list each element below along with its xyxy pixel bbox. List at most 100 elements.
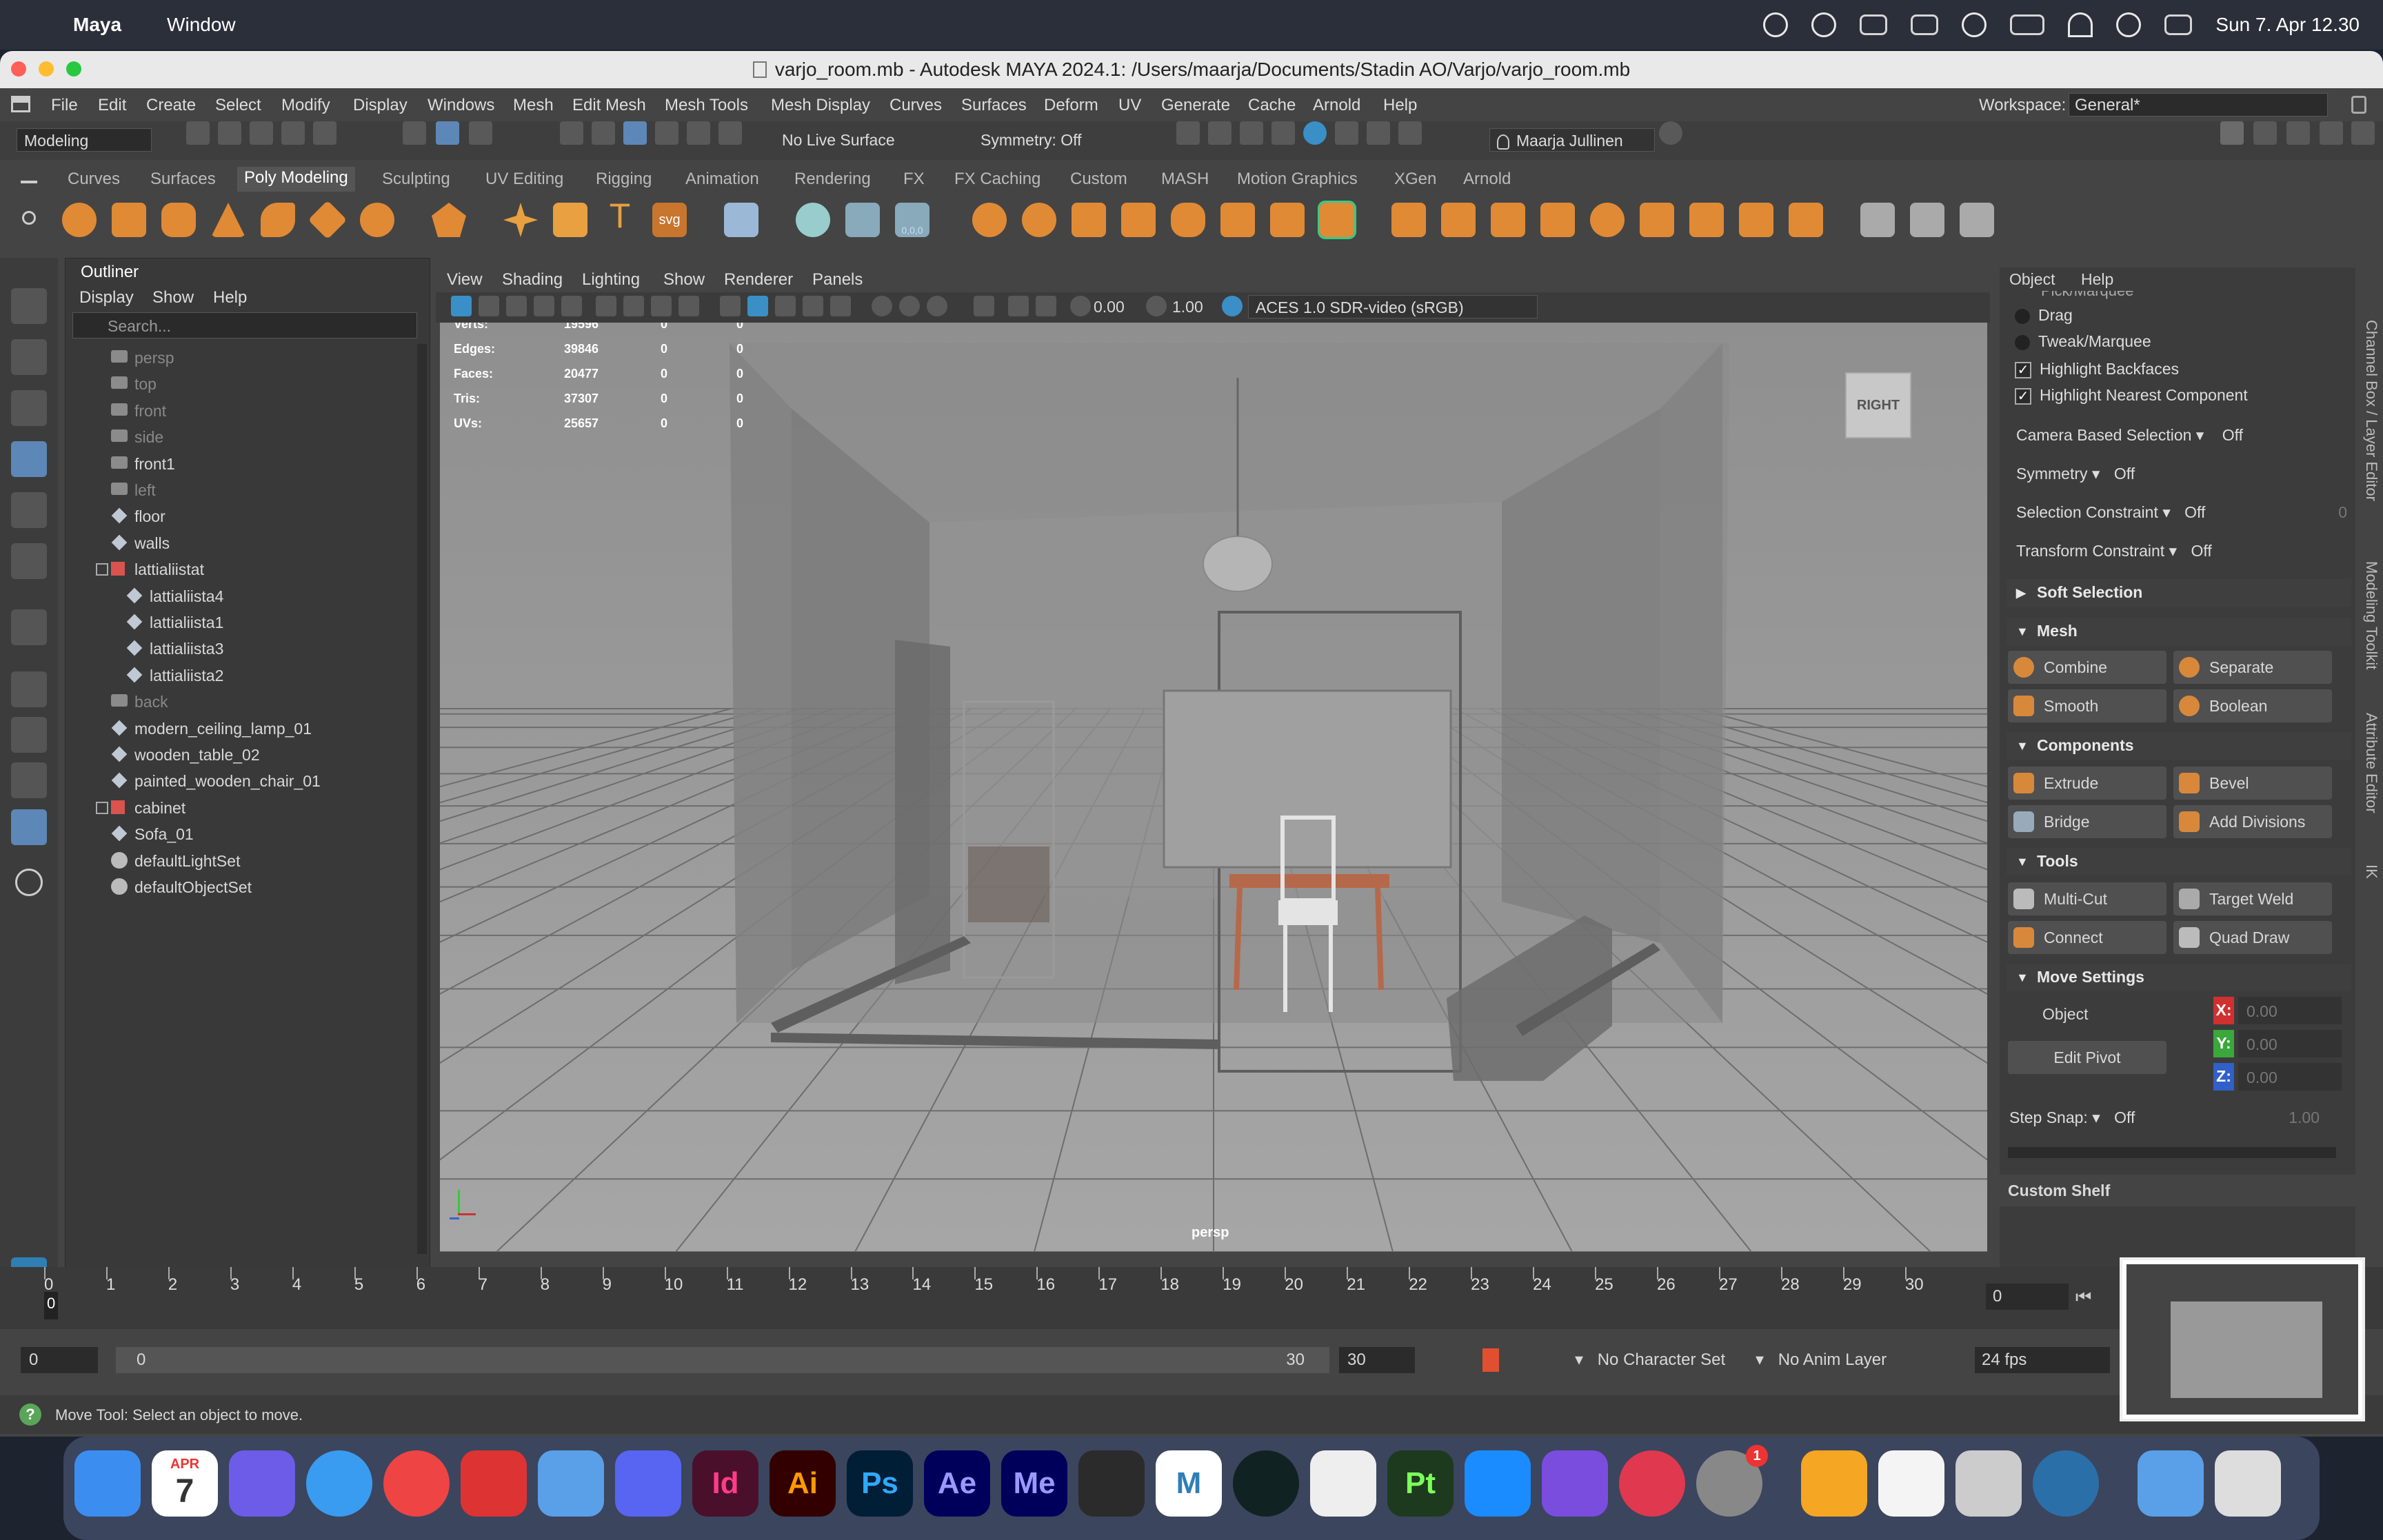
move-tool-icon[interactable] [11, 441, 47, 477]
downloads-folder-icon[interactable] [2138, 1450, 2204, 1517]
menu-cache[interactable]: Cache [1248, 96, 1296, 115]
boolean-shelf-icon[interactable] [1270, 203, 1305, 237]
offset-loop-shelf-icon[interactable] [1960, 203, 1994, 237]
wireframe-icon[interactable] [720, 296, 741, 316]
x-ray-icon[interactable] [830, 296, 851, 316]
combine-button[interactable]: Combine [2008, 651, 2166, 684]
outliner-item[interactable]: side [66, 423, 410, 449]
multi-cut-button[interactable]: Multi-Cut [2008, 882, 2166, 915]
pick-marquee-option[interactable]: Pick/Marquee [2007, 291, 2344, 301]
safari-icon[interactable] [306, 1450, 372, 1517]
blender-icon[interactable] [1078, 1450, 1145, 1517]
toggle-tool-settings-icon[interactable] [2286, 121, 2310, 145]
shelf-menu-icon[interactable] [15, 174, 43, 243]
render-settings-icon[interactable] [1271, 121, 1295, 145]
menu-edit[interactable]: Edit [98, 96, 126, 115]
control-center-icon[interactable] [2164, 14, 2193, 35]
outliner-item[interactable]: lattialiistat [66, 556, 410, 582]
select-components-icon[interactable] [469, 121, 492, 145]
screenshot-thumbnail[interactable] [2120, 1257, 2365, 1421]
toggle-modeling-toolkit-icon[interactable] [2220, 121, 2244, 145]
shelf-tab-uv-editing[interactable]: UV Editing [485, 170, 563, 189]
gamma-value[interactable]: 1.00 [1172, 298, 1203, 316]
menu-generate[interactable]: Generate [1161, 96, 1230, 115]
separate-button[interactable]: Separate [2173, 651, 2332, 684]
trash-icon[interactable] [2215, 1450, 2281, 1517]
vp-menu-panels[interactable]: Panels [812, 270, 863, 290]
zoom-window-button[interactable] [66, 61, 81, 77]
z-value-field[interactable]: 0.00 [2238, 1063, 2342, 1091]
battery-icon[interactable] [2010, 14, 2045, 35]
single-perspective-layout-icon[interactable] [11, 671, 47, 707]
outliner-layout-icon[interactable] [11, 809, 47, 845]
menu-windows[interactable]: Windows [428, 96, 494, 115]
expand-toggle-icon[interactable] [96, 563, 108, 576]
outliner-item[interactable]: wooden_table_02 [66, 741, 410, 767]
chrome-icon[interactable] [383, 1450, 450, 1517]
poly-cone-icon[interactable] [211, 203, 245, 237]
target-weld-shelf-icon[interactable] [845, 203, 880, 237]
quad-draw-button[interactable]: Quad Draw [2173, 921, 2332, 954]
media-player-icon[interactable] [229, 1450, 295, 1517]
zbrush-icon[interactable] [1310, 1450, 1376, 1517]
go-to-start-icon[interactable]: ⏮ [2075, 1286, 2103, 1307]
fill-hole-shelf-icon[interactable] [1491, 203, 1525, 237]
acrobat-icon[interactable] [461, 1450, 527, 1517]
camera-based-selection-dropdown[interactable]: Camera Based Selection ▾ Off [2016, 426, 2243, 454]
redo-icon[interactable] [313, 121, 336, 145]
home-icon[interactable] [11, 96, 30, 112]
super-shape-icon[interactable] [503, 203, 538, 237]
step-snap-number[interactable]: 1.00 [2289, 1108, 2320, 1127]
current-frame-marker[interactable]: 0 [44, 1292, 58, 1319]
wedge-shelf-icon[interactable] [1739, 203, 1773, 237]
new-scene-icon[interactable] [186, 121, 210, 145]
menu-mesh[interactable]: Mesh [513, 96, 554, 115]
substance-painter-icon[interactable]: Pt [1387, 1450, 1454, 1517]
y-value-field[interactable]: 0.00 [2238, 1030, 2342, 1057]
shelf-tab-motion-graphics[interactable]: Motion Graphics [1237, 170, 1358, 189]
shadows-icon[interactable] [872, 296, 892, 316]
snap-grid-icon[interactable] [560, 121, 583, 145]
screen-mirroring-icon[interactable] [1911, 14, 1939, 35]
shelf-tab-sculpting[interactable]: Sculpting [382, 170, 450, 189]
snap-view-plane-icon[interactable] [655, 121, 678, 145]
poly-sphere-icon[interactable] [62, 203, 97, 237]
grease-pencil-icon[interactable] [561, 296, 582, 316]
modeling-toolkit-tab[interactable]: Modeling Toolkit [2362, 561, 2380, 669]
light-editor-icon[interactable] [1367, 121, 1390, 145]
outliner-menu-show[interactable]: Show [152, 288, 194, 307]
finder-icon[interactable] [74, 1450, 141, 1517]
outliner-item[interactable]: persp [66, 344, 410, 370]
menu-display[interactable]: Display [353, 96, 408, 115]
undo-icon[interactable] [281, 121, 305, 145]
outliner-menu-display[interactable]: Display [79, 288, 134, 307]
live-surface-dropdown[interactable]: No Live Surface [775, 128, 941, 152]
vp-menu-renderer[interactable]: Renderer [724, 270, 793, 290]
add-divisions-button[interactable]: Add Divisions [2173, 805, 2332, 838]
channel-box-tab[interactable]: Channel Box / Layer Editor [2362, 320, 2380, 501]
snap-point-icon[interactable] [623, 121, 647, 145]
learning-search-icon[interactable] [1659, 121, 1682, 145]
mail-icon[interactable] [538, 1450, 604, 1517]
photoshop-icon[interactable]: Ps [847, 1450, 913, 1517]
isolate-toggle-icon[interactable] [1036, 296, 1056, 316]
window-menu[interactable]: Window [167, 14, 236, 36]
user-account-dropdown[interactable]: Maarja Jullinen [1489, 128, 1655, 152]
workspace-dropdown[interactable]: General* [2069, 93, 2328, 116]
bridge-button[interactable]: Bridge [2008, 805, 2166, 838]
film-gate-icon[interactable] [651, 296, 672, 316]
clock[interactable]: Sun 7. Apr 12.30 [2215, 14, 2360, 36]
target-weld-button[interactable]: Target Weld [2173, 882, 2332, 915]
sphere-fill-shelf-icon[interactable] [1590, 203, 1625, 237]
discord-icon[interactable] [615, 1450, 681, 1517]
after-effects-icon[interactable]: Ae [924, 1450, 990, 1517]
grid-toggle-icon[interactable] [623, 296, 644, 316]
minimize-window-button[interactable] [39, 61, 54, 77]
use-lights-icon[interactable] [803, 296, 823, 316]
smooth-button[interactable]: Smooth [2008, 689, 2166, 722]
move-settings-section[interactable]: ▼ Move Settings [2007, 964, 2351, 991]
toggle-attribute-editor-icon[interactable] [2253, 121, 2277, 145]
selection-constraint-number[interactable]: 0 [2338, 503, 2347, 522]
render-sequence-icon[interactable] [1208, 121, 1231, 145]
boolean-button[interactable]: Boolean [2173, 689, 2332, 722]
